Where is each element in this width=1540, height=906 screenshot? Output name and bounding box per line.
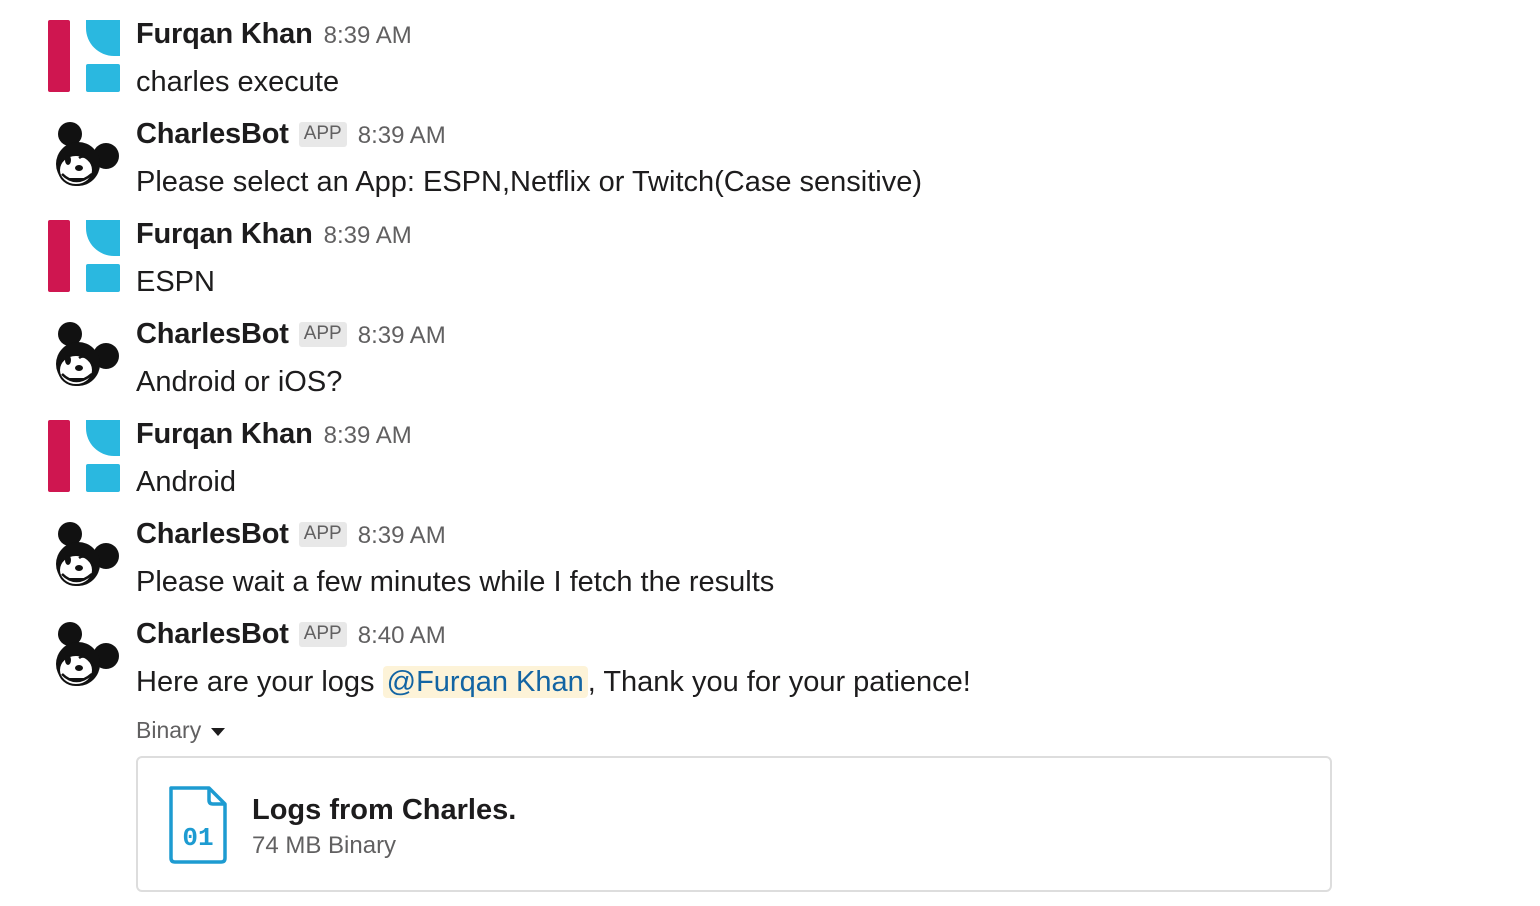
attachment-type-label[interactable]: Binary xyxy=(136,714,201,746)
message-text: Android or iOS? xyxy=(136,366,343,398)
message-item: Furqan Khan 8:39 AM charles execute xyxy=(0,0,1540,100)
file-icon-text: 01 xyxy=(182,823,213,853)
avatar[interactable] xyxy=(48,520,120,592)
avatar[interactable] xyxy=(48,620,120,692)
message-timestamp[interactable]: 8:39 AM xyxy=(358,322,446,350)
message-item: Furqan Khan 8:39 AM ESPN xyxy=(0,200,1540,300)
message-item: CharlesBot APP 8:40 AM Here are your log… xyxy=(0,600,1540,700)
message-text: Please wait a few minutes while I fetch … xyxy=(136,566,775,598)
message-timestamp[interactable]: 8:39 AM xyxy=(358,122,446,150)
mickey-mouse-avatar-icon xyxy=(56,322,119,386)
message-text: Android xyxy=(136,466,236,498)
avatar[interactable] xyxy=(48,320,120,392)
message-item: CharlesBot APP 8:39 AM Please select an … xyxy=(0,100,1540,200)
sender-name[interactable]: CharlesBot xyxy=(136,518,289,551)
message-item: Furqan Khan 8:39 AM Android xyxy=(0,400,1540,500)
message-item: CharlesBot APP 8:39 AM Please wait a few… xyxy=(0,500,1540,600)
sender-name[interactable]: Furqan Khan xyxy=(136,218,313,251)
message-text-after: , Thank you for your patience! xyxy=(587,666,971,698)
user-mention[interactable]: @Furqan Khan xyxy=(382,666,588,698)
message-item: CharlesBot APP 8:39 AM Android or iOS? xyxy=(0,300,1540,400)
message-timestamp[interactable]: 8:39 AM xyxy=(358,522,446,550)
file-attachment-card[interactable]: 01 Logs from Charles. 74 MB Binary xyxy=(136,756,1332,892)
sender-name[interactable]: Furqan Khan xyxy=(136,418,313,451)
file-title[interactable]: Logs from Charles. xyxy=(252,792,516,828)
sender-name[interactable]: CharlesBot xyxy=(136,118,289,151)
message-text: Here are your logs @Furqan Khan, Thank y… xyxy=(136,662,971,702)
user-avatar-icon xyxy=(48,20,120,92)
avatar[interactable] xyxy=(48,20,120,92)
caret-down-icon[interactable] xyxy=(211,728,226,736)
message-timestamp[interactable]: 8:39 AM xyxy=(324,222,412,250)
sender-name[interactable]: CharlesBot xyxy=(136,618,289,651)
avatar[interactable] xyxy=(48,420,120,492)
app-badge: APP xyxy=(298,122,347,147)
mickey-mouse-avatar-icon xyxy=(56,122,119,186)
avatar[interactable] xyxy=(48,220,120,292)
message-text: Please select an App: ESPN,Netflix or Tw… xyxy=(136,166,923,198)
message-text-before: Here are your logs xyxy=(136,666,383,698)
sender-name[interactable]: CharlesBot xyxy=(136,318,289,351)
binary-file-icon: 01 xyxy=(166,784,230,866)
message-text: charles execute xyxy=(136,66,340,98)
attachment-label[interactable]: Binary xyxy=(136,714,226,746)
file-meta: 74 MB Binary xyxy=(252,832,397,859)
app-badge: APP xyxy=(298,522,347,547)
mickey-mouse-avatar-icon xyxy=(56,522,119,586)
message-timestamp[interactable]: 8:39 AM xyxy=(324,422,412,450)
mickey-mouse-avatar-icon xyxy=(56,622,119,686)
message-text: ESPN xyxy=(136,266,215,298)
sender-name[interactable]: Furqan Khan xyxy=(136,18,313,51)
app-badge: APP xyxy=(298,322,347,347)
app-badge: APP xyxy=(298,622,347,647)
message-timestamp[interactable]: 8:40 AM xyxy=(358,622,446,650)
message-timestamp[interactable]: 8:39 AM xyxy=(324,22,412,50)
avatar[interactable] xyxy=(48,120,120,192)
user-avatar-icon xyxy=(48,220,120,292)
message-feed: Furqan Khan 8:39 AM charles execute Char… xyxy=(0,0,1540,906)
user-avatar-icon xyxy=(48,420,120,492)
